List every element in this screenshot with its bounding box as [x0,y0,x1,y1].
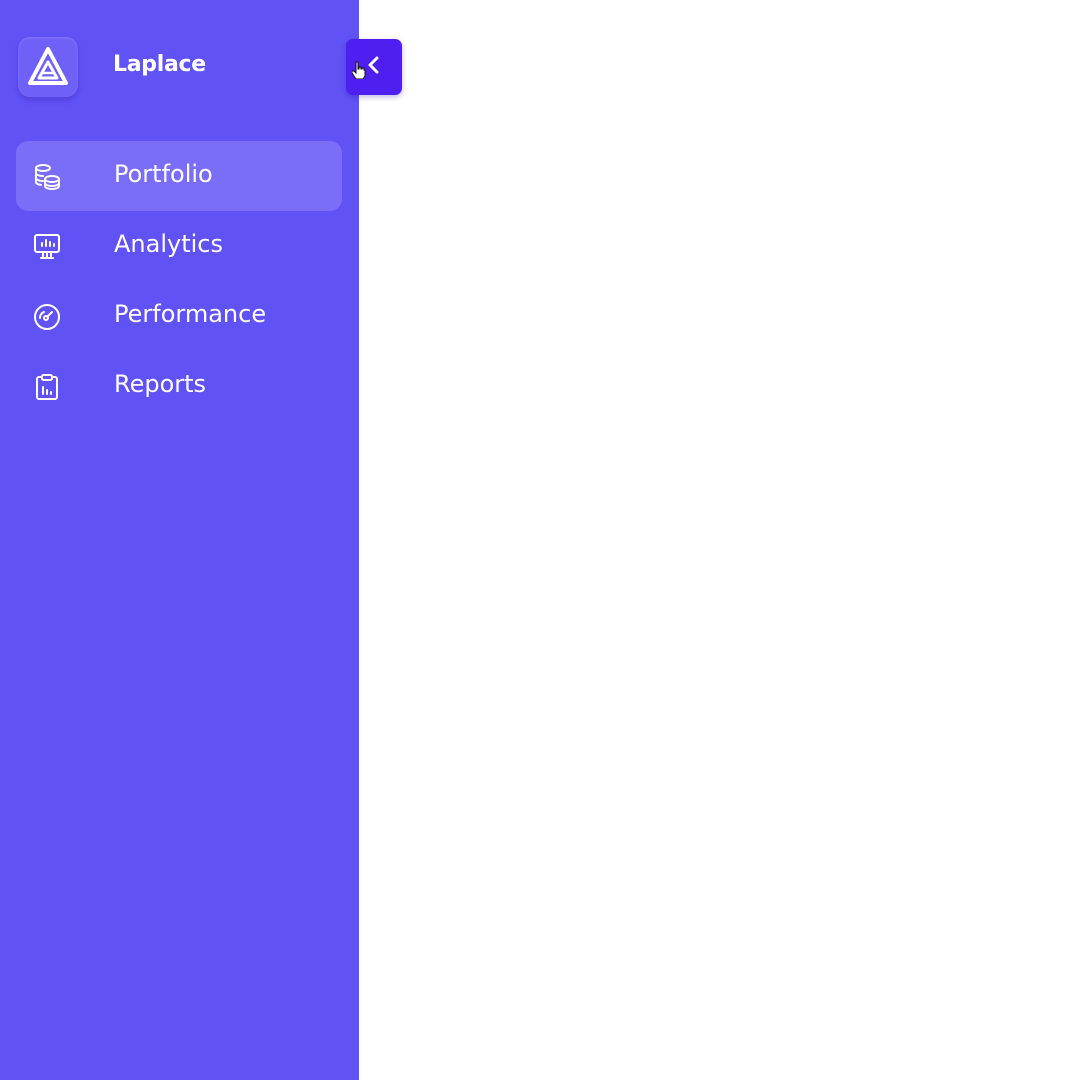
sidebar-item-reports[interactable]: Reports [16,351,342,421]
collapse-sidebar-button[interactable] [346,39,402,95]
sidebar-item-analytics[interactable]: Analytics [16,211,342,281]
sidebar-item-label: Analytics [114,230,223,258]
clipboard-chart-icon [32,372,62,402]
presentation-chart-icon [32,232,62,262]
sidebar-item-label: Performance [114,300,267,328]
main-content [359,0,1080,1080]
coins-icon [32,162,62,192]
hand-cursor-icon [351,61,366,80]
sidebar-nav: Portfolio Analytics Performance Reports [16,141,342,421]
triangle-logo-icon [18,37,78,97]
app-window: Laplace Portfolio Analytics Performance … [0,0,1080,1080]
sidebar-item-label: Reports [114,370,207,398]
sidebar: Laplace Portfolio Analytics Performance … [0,0,359,1080]
brand-name: Laplace [113,52,206,77]
chevron-left-icon [364,55,384,79]
brand[interactable]: Laplace [18,36,206,98]
sidebar-item-label: Portfolio [114,160,213,188]
gauge-icon [32,302,62,332]
sidebar-item-performance[interactable]: Performance [16,281,342,351]
sidebar-item-portfolio[interactable]: Portfolio [16,141,342,211]
